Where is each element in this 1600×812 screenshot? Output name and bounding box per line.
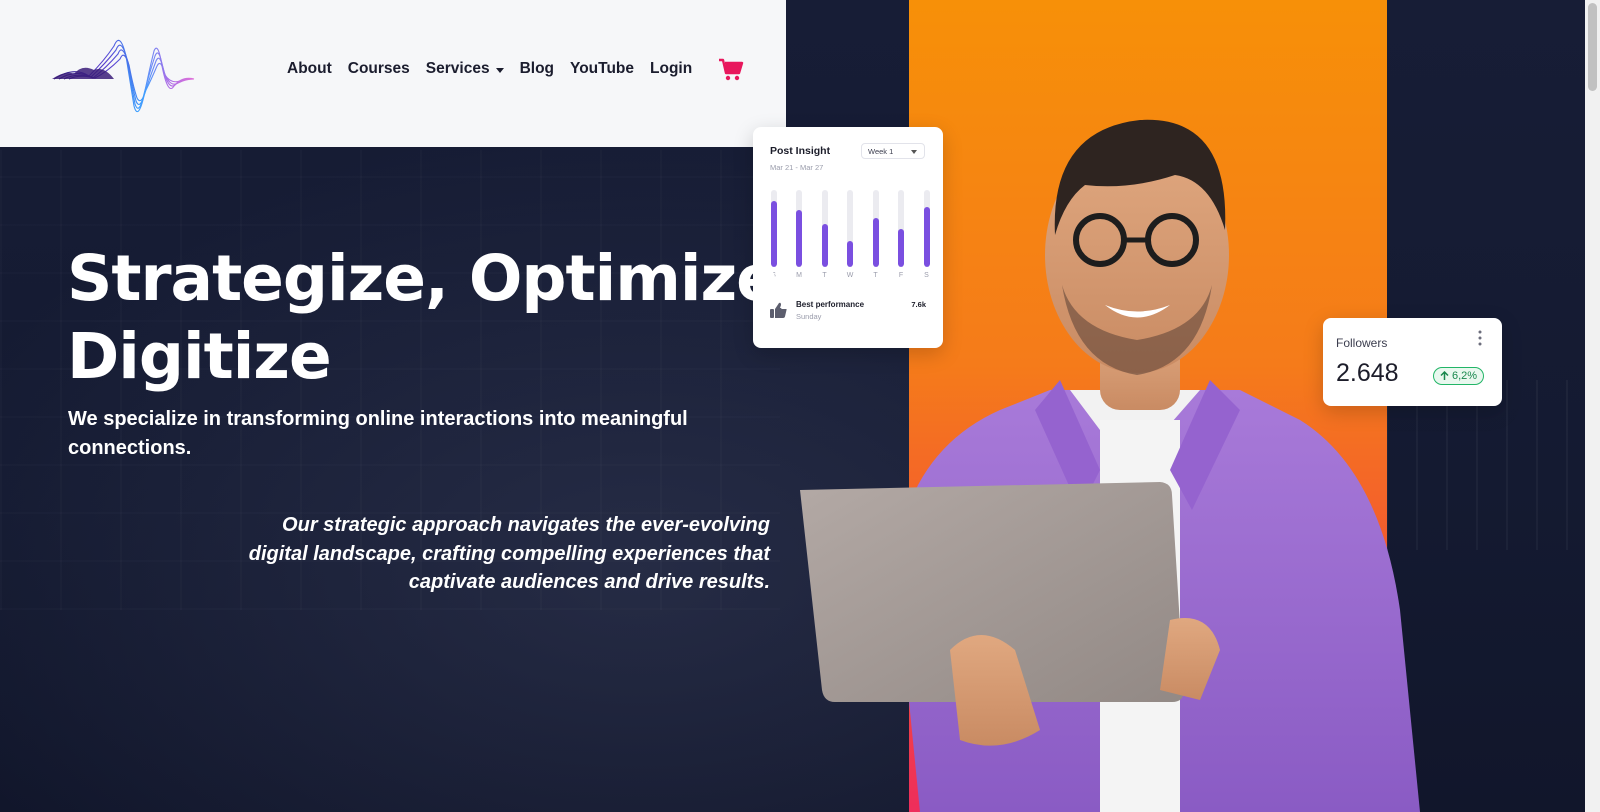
insight-bar-fill — [872, 217, 879, 267]
nav-blog-label: Blog — [519, 60, 555, 77]
followers-change-badge: 6,2% — [1433, 367, 1485, 385]
hero-tagline: Our strategic approach navigates the eve… — [248, 514, 770, 593]
insight-bar-fill — [923, 206, 930, 267]
followers-change-value: 6,2% — [1452, 370, 1478, 382]
followers-label: Followers — [1336, 336, 1388, 350]
headline-line-2: Digitize — [67, 320, 332, 393]
insight-bar: S — [923, 190, 930, 280]
insight-bar: T — [872, 190, 879, 280]
insight-title: Post Insight — [770, 145, 831, 157]
site-header: About Courses Services Blog YouTube Logi… — [0, 0, 786, 147]
insight-bar-fill — [898, 229, 904, 267]
insight-bar-label: W — [846, 272, 854, 279]
best-performance-value: 7.6k — [911, 300, 926, 309]
insight-bar: W — [847, 190, 854, 280]
scrollbar-thumb[interactable] — [1588, 3, 1597, 91]
insight-date-range: Mar 21 - Mar 27 — [770, 163, 824, 172]
insight-bar-label: T — [873, 272, 878, 279]
more-vertical-icon[interactable] — [1477, 330, 1483, 346]
nav-courses-link[interactable]: Courses — [348, 60, 410, 78]
nav-login-label: Login — [650, 60, 693, 77]
insight-bar-label: F — [898, 272, 904, 279]
hero-subheading: We specialize in transforming online int… — [68, 408, 688, 459]
shopping-cart-icon[interactable] — [718, 58, 744, 82]
insight-bar-track — [898, 190, 904, 267]
arrow-up-icon — [1440, 371, 1449, 380]
headline-line-1: Strategize, Optimize, — [67, 242, 802, 315]
insight-bar-track — [847, 190, 853, 267]
insight-bar-label: S — [924, 272, 929, 279]
nav-login-link[interactable]: Login — [650, 60, 692, 78]
insight-bar: F — [898, 190, 905, 280]
page-scrollbar[interactable] — [1585, 0, 1600, 812]
followers-count: 2.648 — [1336, 359, 1399, 387]
nav-services-label: Services — [425, 60, 490, 77]
nav-courses-label: Courses — [347, 60, 410, 77]
waveform-logo-icon[interactable] — [34, 26, 216, 122]
nav-services-dropdown[interactable]: Services — [426, 60, 504, 78]
nav-youtube-link[interactable]: YouTube — [570, 60, 634, 78]
week-select[interactable]: Week 1 — [861, 143, 925, 159]
followers-card: Followers 2.648 6,2% — [1323, 318, 1502, 406]
nav-about-link[interactable]: About — [287, 60, 332, 78]
nav-youtube-label: YouTube — [570, 60, 635, 77]
week-select-value: Week 1 — [868, 147, 894, 156]
insight-bar-track — [872, 190, 879, 267]
nav-about-label: About — [287, 60, 332, 77]
caret-down-icon — [495, 67, 504, 73]
insight-bar-track — [923, 190, 930, 267]
nav-blog-link[interactable]: Blog — [520, 60, 554, 78]
chevron-down-icon — [911, 150, 917, 154]
insight-bar-fill — [847, 240, 853, 267]
main-nav: About Courses Services Blog YouTube Logi… — [287, 60, 692, 78]
hero-headline: Strategize, Optimize, Digitize — [67, 240, 827, 396]
